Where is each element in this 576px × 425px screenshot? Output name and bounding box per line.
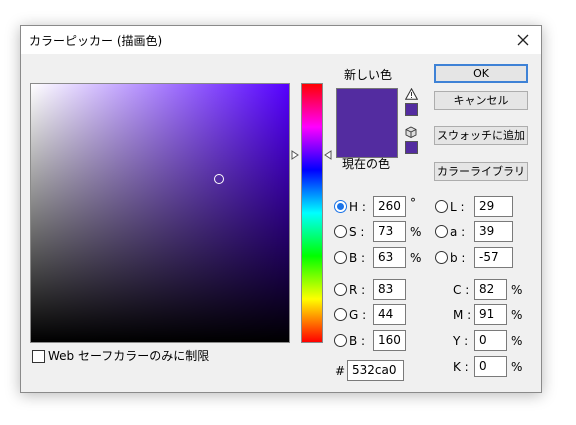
yellow-unit: % [511,334,523,348]
saturation-label: S : [349,225,365,239]
cyan-field[interactable]: 82 [474,279,507,300]
color-preview [336,88,398,158]
add-to-swatches-button[interactable]: スウォッチに追加 [434,126,528,145]
cancel-button[interactable]: キャンセル [434,91,528,110]
radio-lab-a[interactable] [435,225,448,238]
radio-hue[interactable] [334,200,347,213]
radio-brightness[interactable] [334,251,347,264]
radio-green[interactable] [334,308,347,321]
hue-slider-left-arrow[interactable] [291,149,299,160]
lab-b-label: b : [450,251,466,265]
blue-label: B : [349,334,366,348]
window-title: カラーピッカー (描画色) [29,34,163,48]
blue-field[interactable]: 160 [373,330,406,351]
radio-blue[interactable] [334,334,347,347]
color-field-black-layer [31,84,289,342]
new-color-swatch [337,89,397,123]
current-color-label: 現在の色 [342,157,391,171]
color-field[interactable] [30,83,290,343]
radio-red[interactable] [334,283,347,296]
brightness-field[interactable]: 63 [373,247,406,268]
new-color-label: 新しい色 [344,68,393,82]
lab-a-field[interactable]: 39 [474,221,513,242]
brightness-unit: % [410,251,422,265]
color-libraries-button[interactable]: カラーライブラリ [434,162,528,181]
hue-label: H : [349,200,366,214]
red-label: R : [349,283,366,297]
magenta-field[interactable]: 91 [474,304,507,325]
magenta-label: M : [453,308,472,322]
saturation-unit: % [410,225,422,239]
color-picker-dialog: カラーピッカー (描画色) 新しい色 現在の色 OK キャンセル スウォッチに追… [20,25,542,393]
black-field[interactable]: 0 [474,356,507,377]
black-unit: % [511,360,523,374]
cube-icon [405,126,417,138]
black-label: K : [453,360,469,374]
gamut-warning-swatch[interactable] [405,103,418,116]
hue-unit: ° [410,196,416,210]
yellow-field[interactable]: 0 [474,330,507,351]
web-only-checkbox[interactable] [32,350,45,363]
green-field[interactable]: 44 [373,304,406,325]
warning-triangle-icon [405,88,418,100]
hue-field[interactable]: 260 [373,196,406,217]
web-color-swatch[interactable] [405,141,418,154]
hex-field[interactable]: 532ca0 [347,360,404,381]
hue-slider[interactable] [301,83,323,343]
radio-lab-b[interactable] [435,251,448,264]
lab-a-label: a : [450,225,466,239]
saturation-field[interactable]: 73 [373,221,406,242]
radio-lab-l[interactable] [435,200,448,213]
lab-b-field[interactable]: -57 [474,247,513,268]
cyan-label: C : [453,283,470,297]
close-icon [517,34,529,46]
hue-slider-right-arrow[interactable] [324,149,332,160]
current-color-swatch[interactable] [337,123,397,157]
web-only-label[interactable]: Web セーフカラーのみに制限 [48,349,209,363]
radio-saturation[interactable] [334,225,347,238]
green-label: G : [349,308,367,322]
red-field[interactable]: 83 [373,279,406,300]
yellow-label: Y : [453,334,469,348]
magenta-unit: % [511,308,523,322]
brightness-label: B : [349,251,366,265]
close-button[interactable] [505,26,541,54]
cyan-unit: % [511,283,523,297]
lab-l-label: L : [450,200,465,214]
lab-l-field[interactable]: 29 [474,196,513,217]
title-bar: カラーピッカー (描画色) [21,26,541,54]
hex-label: # [335,364,346,378]
ok-button[interactable]: OK [434,64,528,83]
